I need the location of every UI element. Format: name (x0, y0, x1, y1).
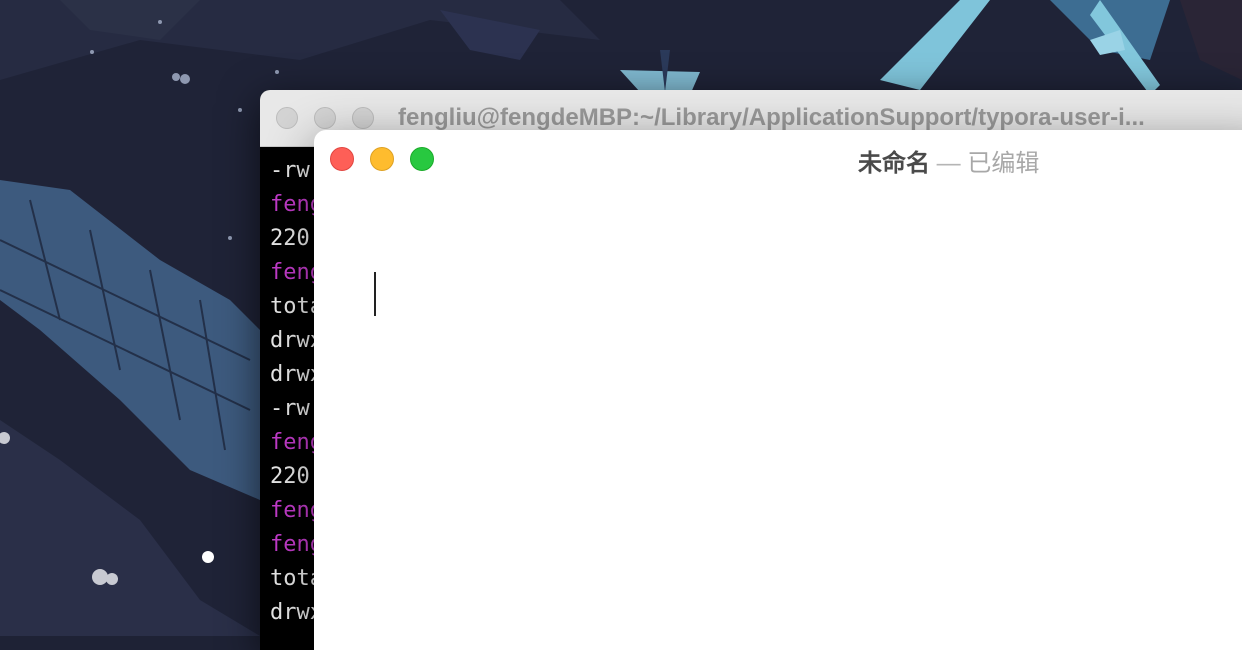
terminal-close-button[interactable] (276, 107, 298, 129)
text-cursor (374, 272, 376, 316)
document-title[interactable]: 未命名 — 已编辑 (858, 143, 1039, 178)
document-status: 已编辑 (967, 150, 1040, 177)
terminal-minimize-button[interactable] (314, 107, 336, 129)
typora-window[interactable]: 未命名 — 已编辑 (314, 130, 1242, 650)
title-separator: — (936, 150, 961, 177)
minimize-button[interactable] (370, 147, 394, 171)
terminal-zoom-button[interactable] (352, 107, 374, 129)
typora-window-controls (330, 147, 434, 171)
terminal-title: fengliu@fengdeMBP:~/Library/ApplicationS… (398, 104, 1145, 131)
terminal-window-controls (276, 107, 374, 129)
close-button[interactable] (330, 147, 354, 171)
typora-titlebar[interactable]: 未命名 — 已编辑 (314, 130, 1242, 188)
document-name: 未命名 (858, 150, 930, 177)
zoom-button[interactable] (410, 147, 434, 171)
